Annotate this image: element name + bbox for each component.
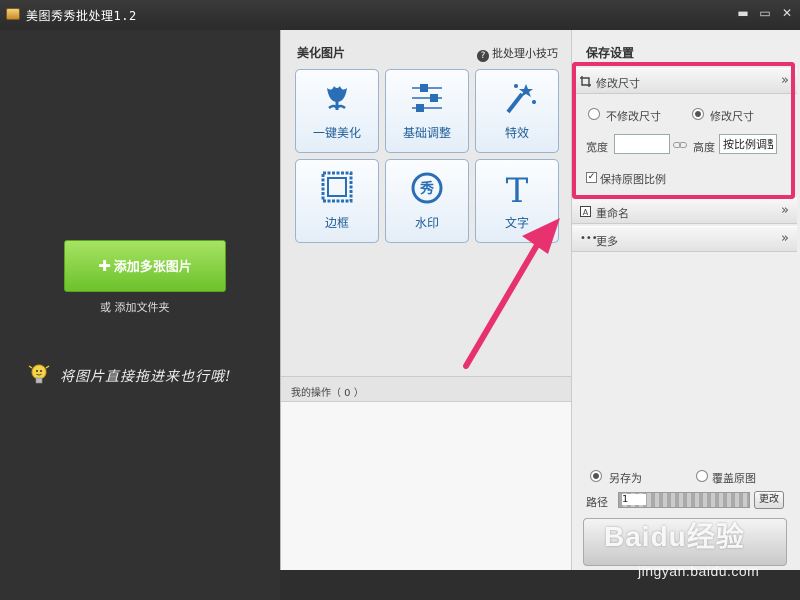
rename-icon: A <box>580 206 591 217</box>
operations-bar: 我的操作（ 0 ） <box>281 376 572 402</box>
tools-panel: 美化图片 ? 批处理小技巧 一键美化 基础调整 特效 边框 秀 水印 T 文字 … <box>280 30 572 570</box>
operations-label: 我的操作（ 0 ） <box>291 388 364 399</box>
app-icon <box>6 8 20 20</box>
frame-icon <box>321 171 353 203</box>
save-as-radio[interactable] <box>590 470 602 482</box>
watermark-icon: 秀 <box>411 172 443 204</box>
tulip-icon <box>327 86 347 111</box>
expand-icon: » <box>781 231 789 246</box>
title-bar: 美图秀秀批处理1.2 ▬ ▭ ✕ <box>0 0 800 30</box>
tips-link[interactable]: ? 批处理小技巧 <box>477 45 558 62</box>
highlight-box <box>572 62 795 199</box>
watermark-glyph: 秀 <box>419 180 435 197</box>
magic-wand-icon <box>506 84 536 114</box>
minimize-button[interactable]: ▬ <box>734 5 752 21</box>
section-more[interactable]: ••• 更多 » <box>572 226 797 252</box>
window-title: 美图秀秀批处理1.2 <box>26 9 137 23</box>
text-icon: T <box>506 171 529 206</box>
text-glyph: T <box>506 171 529 206</box>
path-field[interactable]: 1 <box>618 492 750 508</box>
tool-basic-adjust[interactable]: 基础调整 <box>385 69 469 153</box>
tool-watermark[interactable]: 秀 水印 <box>385 159 469 243</box>
operations-list <box>281 402 572 570</box>
ellipsis-icon: ••• <box>580 233 598 244</box>
change-path-button[interactable]: 更改 <box>754 491 784 509</box>
tool-text[interactable]: T 文字 <box>475 159 559 243</box>
drop-area[interactable]: ✚ 添加多张图片 或 添加文件夹 将图片直接拖进来也行哦! <box>0 30 280 600</box>
watermark-url: jingyan.baidu.com <box>638 563 760 579</box>
watermark-logo: Baidu经验 <box>604 521 745 552</box>
lightbulb-icon <box>28 364 50 384</box>
close-button[interactable]: ✕ <box>778 5 796 21</box>
overwrite-radio[interactable] <box>696 470 708 482</box>
add-images-button[interactable]: ✚ 添加多张图片 <box>64 240 226 292</box>
save-settings-title: 保存设置 <box>586 46 635 60</box>
tools-title: 美化图片 <box>297 46 346 60</box>
section-rename[interactable]: A 重命名 » <box>572 198 797 224</box>
sliders-icon <box>412 84 442 112</box>
drag-hint-text: 将图片直接拖进来也行哦! <box>60 369 232 385</box>
question-icon: ? <box>477 50 489 62</box>
maximize-button[interactable]: ▭ <box>756 5 774 21</box>
tool-frame[interactable]: 边框 <box>295 159 379 243</box>
tool-auto-beautify[interactable]: 一键美化 <box>295 69 379 153</box>
svg-text:A: A <box>583 208 589 217</box>
tool-effects[interactable]: 特效 <box>475 69 559 153</box>
plus-icon: ✚ <box>98 257 111 275</box>
add-folder-link[interactable]: 或 添加文件夹 <box>100 299 170 315</box>
expand-icon: » <box>781 203 789 218</box>
